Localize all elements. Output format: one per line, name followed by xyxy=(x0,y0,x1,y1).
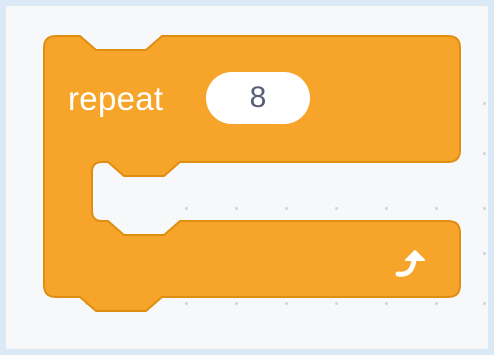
repeat-count-value: 8 xyxy=(249,81,267,114)
loop-arrow-icon xyxy=(395,250,425,277)
repeat-block-shape[interactable] xyxy=(0,0,494,355)
repeat-count-input[interactable]: 8 xyxy=(206,72,310,124)
repeat-label: repeat xyxy=(68,80,164,117)
